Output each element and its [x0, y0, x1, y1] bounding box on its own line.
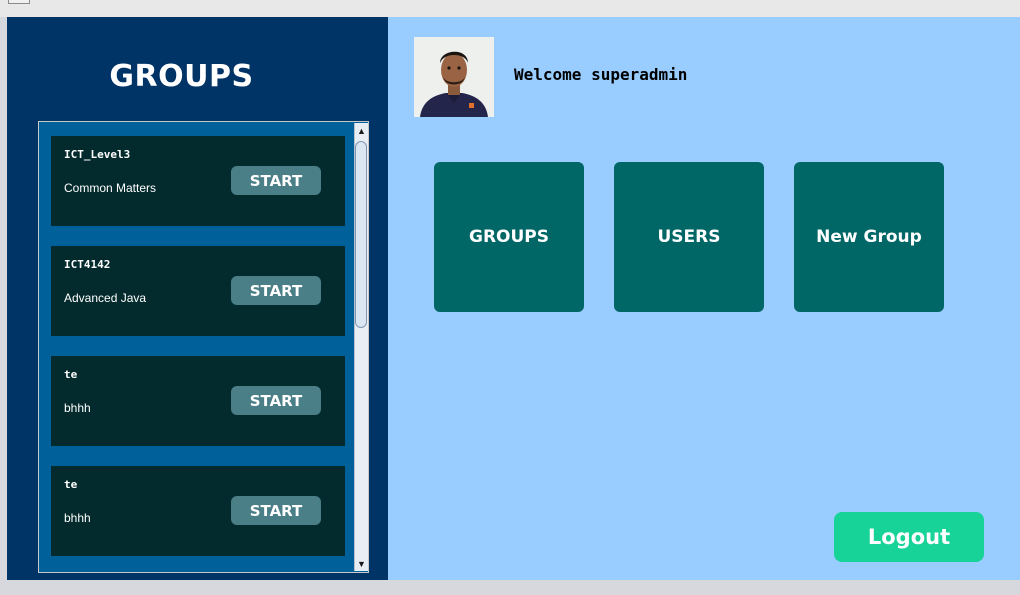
- window-border-left: [0, 17, 7, 580]
- group-code: ICT4142: [64, 258, 111, 271]
- groups-list-viewport: ICT_Level3 Common Matters START ICT4142 …: [40, 123, 353, 571]
- group-card: ICT4142 Advanced Java START: [51, 246, 345, 336]
- group-card: ICT_Level3 Common Matters START: [51, 136, 345, 226]
- welcome-text: Welcome superadmin: [514, 65, 688, 84]
- group-code: te: [64, 478, 78, 491]
- group-name: bhhh: [64, 401, 91, 415]
- groups-list[interactable]: ICT_Level3 Common Matters START ICT4142 …: [38, 121, 369, 573]
- group-name: bhhh: [64, 511, 91, 525]
- scroll-up-arrow-icon[interactable]: ▲: [355, 124, 368, 137]
- group-card: te bhhh START: [51, 466, 345, 556]
- logout-button[interactable]: Logout: [834, 512, 984, 562]
- window-border-bottom: [0, 580, 1020, 595]
- group-code: ICT_Level3: [64, 148, 131, 161]
- user-avatar: [414, 37, 494, 117]
- group-name: Advanced Java: [64, 291, 147, 305]
- sidebar-title: GROUPS: [109, 59, 254, 94]
- vertical-scrollbar[interactable]: ▲ ▼: [354, 123, 368, 571]
- start-button[interactable]: START: [231, 276, 321, 305]
- new-group-tile-button[interactable]: New Group: [794, 162, 944, 312]
- window-titlebar: [0, 0, 1020, 18]
- users-tile-button[interactable]: USERS: [614, 162, 764, 312]
- group-name: Common Matters: [64, 181, 157, 195]
- scroll-thumb[interactable]: [355, 141, 367, 328]
- groups-sidebar: GROUPS ICT_Level3 Common Matters START I…: [7, 17, 388, 580]
- start-button[interactable]: START: [231, 386, 321, 415]
- start-button[interactable]: START: [231, 496, 321, 525]
- user-photo-icon: [414, 37, 494, 117]
- start-button[interactable]: START: [231, 166, 321, 195]
- group-card: te bhhh START: [51, 356, 345, 446]
- scroll-down-arrow-icon[interactable]: ▼: [355, 557, 368, 570]
- group-code: te: [64, 368, 78, 381]
- main-panel: Welcome superadmin GROUPS USERS New Grou…: [388, 17, 1020, 580]
- app-icon: [8, 0, 30, 4]
- groups-tile-button[interactable]: GROUPS: [434, 162, 584, 312]
